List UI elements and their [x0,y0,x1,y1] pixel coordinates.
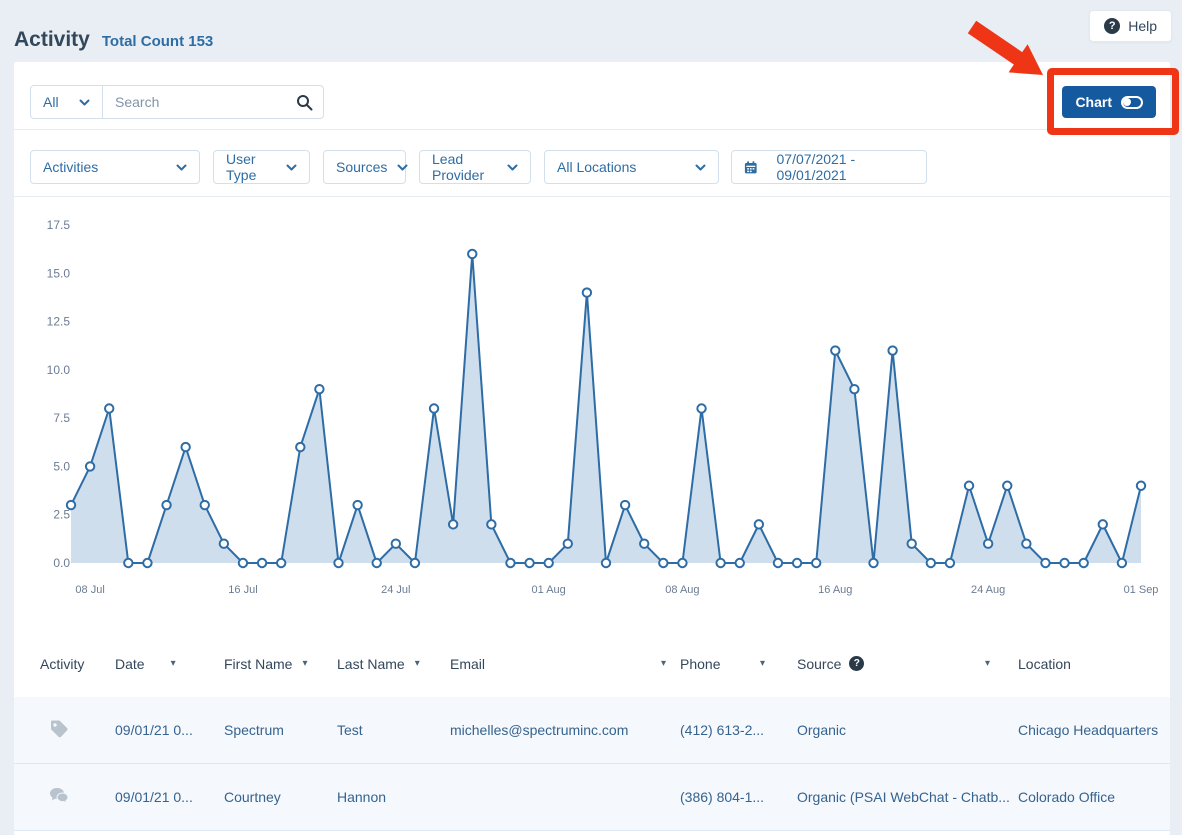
column-header-email[interactable]: Email ▾ [450,656,680,672]
location-cell: Colorado Office [1018,789,1170,805]
source-help-icon[interactable]: ? [849,656,864,671]
source-cell: Organic [797,722,1018,738]
column-header-location: Location [1018,656,1170,672]
total-count-badge: Total Count 153 [102,33,213,50]
column-header-last-name[interactable]: Last Name ▾ [337,656,450,672]
svg-text:01 Sep: 01 Sep [1124,584,1159,596]
sort-arrow-icon[interactable]: ▾ [760,658,765,669]
column-header-phone[interactable]: Phone ▾ [680,656,797,672]
filter-activities-label: Activities [43,159,98,175]
filter-lead-provider-label: Lead Provider [432,151,497,183]
table-row[interactable]: 09/01/21 0... Spectrum Test michelles@sp… [14,697,1170,764]
chat-icon [48,785,70,807]
filter-sources[interactable]: Sources [323,150,406,184]
sort-arrow-icon[interactable]: ▾ [661,658,666,669]
page-title: Activity [14,28,90,52]
filter-row: Activities User Type Sources Lead Provid… [14,130,1170,196]
last-name-cell: Test [337,722,450,738]
svg-text:01 Aug: 01 Aug [532,584,566,596]
chevron-down-icon [286,164,297,171]
sort-arrow-icon[interactable]: ▾ [985,658,990,669]
filter-activities[interactable]: Activities [30,150,200,184]
activity-chart[interactable]: 0.0 2.5 5.0 7.5 10.0 12.5 15.0 17.5 08 Jul 16 Jul… [14,196,1170,630]
phone-cell: (386) 804-1... [680,789,797,805]
chart-toggle-button[interactable]: Chart [1062,86,1156,118]
svg-text:24 Aug: 24 Aug [971,584,1005,596]
filter-lead-provider[interactable]: Lead Provider [419,150,531,184]
column-header-source[interactable]: Source ? ▾ [797,656,1018,672]
calendar-icon [744,160,758,175]
activity-type-cell [40,785,115,810]
svg-text:10.0: 10.0 [47,363,71,377]
help-button-label: Help [1128,18,1157,34]
filter-locations[interactable]: All Locations [544,150,719,184]
search-icon[interactable] [296,94,313,111]
chevron-down-icon [79,99,90,106]
svg-text:24 Jul: 24 Jul [381,584,410,596]
help-button[interactable]: ? Help [1089,10,1172,42]
svg-text:16 Aug: 16 Aug [818,584,852,596]
sort-arrow-icon[interactable]: ▾ [415,658,420,669]
date-range-picker[interactable]: 07/07/2021 - 09/01/2021 [731,150,927,184]
toggle-icon [1121,96,1143,109]
search-group: All [30,85,324,119]
svg-text:0.0: 0.0 [53,556,70,570]
source-cell: Organic (PSAI WebChat - Chatb... [797,789,1018,805]
page-header: Activity Total Count 153 [14,28,213,52]
date-cell: 09/01/21 0... [115,789,224,805]
first-name-cell: Spectrum [224,722,337,738]
first-name-cell: Courtney [224,789,337,805]
column-header-date[interactable]: Date ▾ [115,656,224,672]
activity-card: All Chart Activities User Type [14,62,1170,835]
table-row[interactable]: 09/01/21 0... Courtney Hannon (386) 804-… [14,764,1170,831]
svg-text:15.0: 15.0 [47,266,71,280]
svg-text:7.5: 7.5 [53,411,70,425]
column-header-first-name[interactable]: First Name ▾ [224,656,337,672]
svg-text:2.5: 2.5 [53,508,70,522]
email-cell: michelles@spectruminc.com [450,722,680,738]
last-name-cell: Hannon [337,789,450,805]
toolbar: All Chart [14,62,1170,129]
chevron-down-icon [695,164,706,171]
svg-text:16 Jul: 16 Jul [228,584,257,596]
filter-locations-label: All Locations [557,159,636,175]
date-cell: 09/01/21 0... [115,722,224,738]
svg-text:08 Jul: 08 Jul [75,584,104,596]
filter-user-type-label: User Type [226,151,276,183]
search-scope-value: All [43,94,59,110]
sort-arrow-icon[interactable]: ▾ [171,658,176,669]
chart-toggle-label: Chart [1075,94,1112,110]
svg-text:17.5: 17.5 [47,218,71,232]
tag-icon [48,718,70,740]
table-header: Activity Date ▾ First Name ▾ Last Name ▾… [14,630,1170,697]
chevron-down-icon [176,164,187,171]
search-input[interactable] [115,94,296,110]
chevron-down-icon [397,164,408,171]
column-header-activity: Activity [40,656,115,672]
activity-type-cell [40,718,115,743]
svg-text:12.5: 12.5 [47,315,71,329]
search-scope-select[interactable]: All [31,86,103,118]
filter-user-type[interactable]: User Type [213,150,310,184]
location-cell: Chicago Headquarters [1018,722,1170,738]
sort-arrow-icon[interactable]: ▾ [302,658,307,669]
date-range-value: 07/07/2021 - 09/01/2021 [777,151,914,183]
phone-cell: (412) 613-2... [680,722,797,738]
svg-text:5.0: 5.0 [53,459,70,473]
svg-text:08 Aug: 08 Aug [665,584,699,596]
chevron-down-icon [507,164,518,171]
question-circle-icon: ? [1104,18,1120,34]
filter-sources-label: Sources [336,159,387,175]
search-box [103,86,323,118]
